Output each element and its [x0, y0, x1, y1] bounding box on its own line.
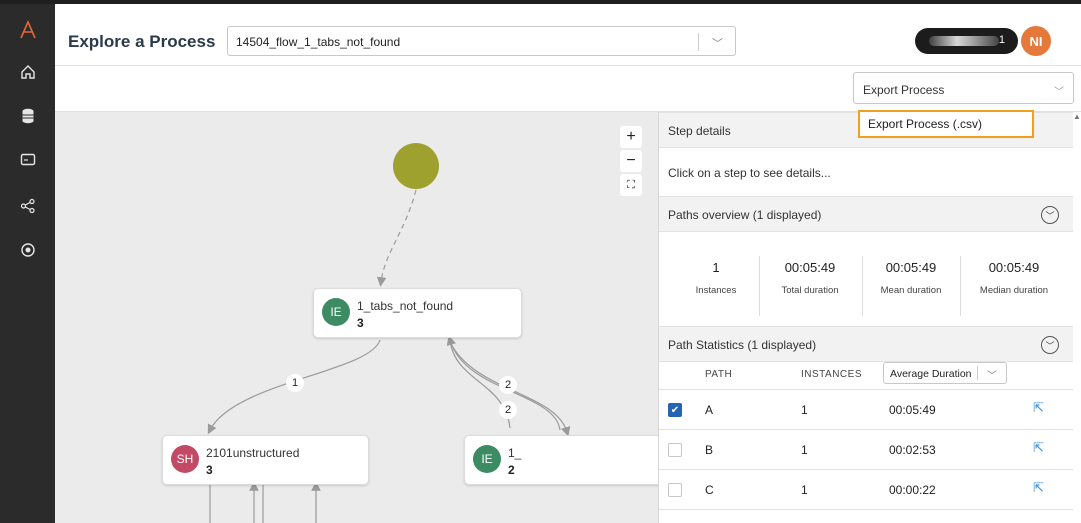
- duration-cell: 00:02:53: [889, 443, 936, 457]
- path-cell: B: [705, 443, 714, 457]
- path-cell: C: [705, 483, 714, 497]
- export-csv-menu-item[interactable]: Export Process (.csv): [868, 117, 982, 131]
- user-name-pill[interactable]: 1: [915, 28, 1018, 54]
- stat-divider: [960, 256, 961, 316]
- collapse-chevron-icon[interactable]: ﹀: [1041, 206, 1059, 224]
- table-row[interactable]: B 1 00:02:53 ⇱: [659, 430, 1073, 470]
- zoom-controls: + − ⛶: [620, 126, 642, 202]
- path-statistics-header[interactable]: Path Statistics (1 displayed) ﹀: [659, 326, 1073, 362]
- column-header-path[interactable]: PATH: [705, 369, 732, 380]
- instances-cell: 1: [801, 403, 808, 417]
- section-title: Path Statistics (1 displayed): [668, 338, 817, 352]
- step-label: 1_: [508, 446, 522, 460]
- open-external-icon[interactable]: ⇱: [1033, 440, 1044, 456]
- duration-cell: 00:00:22: [889, 483, 936, 497]
- scrollbar[interactable]: ▲: [1073, 112, 1081, 142]
- chevron-down-icon[interactable]: ﹀: [1054, 83, 1064, 98]
- stat-divider: [759, 256, 760, 316]
- process-graph-canvas[interactable]: + − ⛶ IE 1_tabs_not_found 3 SH 2101unstr…: [55, 112, 658, 523]
- stat-instances: 1 Instances: [681, 260, 751, 296]
- stat-label: Median duration: [979, 285, 1049, 296]
- step-count: 3: [206, 463, 213, 477]
- monitor-icon[interactable]: [16, 148, 40, 172]
- start-edge: [376, 189, 417, 287]
- process-select-value: 14504_flow_1_tabs_not_found: [236, 35, 401, 49]
- step-type-badge: SH: [171, 445, 199, 473]
- header: Explore a Process 14504_flow_1_tabs_not_…: [55, 4, 1081, 66]
- share-icon[interactable]: [16, 194, 40, 218]
- logo-icon[interactable]: [16, 18, 40, 42]
- path-table-header: PATH INSTANCES Average Duration ﹀: [659, 358, 1073, 390]
- section-title: Step details: [668, 124, 731, 138]
- select-divider: [698, 33, 699, 51]
- export-process-select[interactable]: Export Process ﹀: [853, 72, 1074, 104]
- edge-count-label: 2: [499, 376, 517, 394]
- section-title: Paths overview (1 displayed): [668, 208, 822, 222]
- row-checkbox[interactable]: [668, 443, 682, 457]
- step-label: 1_tabs_not_found: [357, 299, 454, 313]
- path-cell: A: [705, 403, 714, 417]
- chevron-down-icon[interactable]: ﹀: [987, 367, 997, 382]
- stat-median-duration: 00:05:49 Median duration: [965, 260, 1063, 296]
- paths-overview-header[interactable]: Paths overview (1 displayed) ﹀: [659, 196, 1073, 232]
- export-select-label: Export Process: [863, 83, 945, 97]
- user-digit: 1: [998, 34, 1005, 46]
- start-node[interactable]: [393, 143, 439, 189]
- database-icon[interactable]: [16, 104, 40, 128]
- step-node[interactable]: SH 2101unstructured 3: [162, 435, 369, 485]
- step-node[interactable]: IE 1_ 2: [464, 435, 658, 485]
- stat-value: 00:05:49: [885, 260, 937, 275]
- table-row[interactable]: ✔ A 1 00:05:49 ⇱: [659, 390, 1073, 430]
- step-type-badge: IE: [322, 298, 350, 326]
- instances-cell: 1: [801, 443, 808, 457]
- step-label: 2101unstructured: [206, 446, 300, 460]
- duration-metric-value: Average Duration: [890, 368, 972, 380]
- page-title: Explore a Process: [68, 32, 216, 51]
- select-divider: [977, 366, 978, 380]
- details-panel: Step details Click on a step to see deta…: [658, 112, 1073, 523]
- export-dropdown-menu: Export Process (.csv): [858, 110, 1034, 138]
- duration-cell: 00:05:49: [889, 403, 936, 417]
- redacted-username: [929, 36, 999, 46]
- step-count: 2: [508, 463, 515, 477]
- step-count: 3: [357, 316, 364, 330]
- fit-view-button[interactable]: ⛶: [620, 174, 642, 196]
- stat-value: 00:05:49: [784, 260, 836, 275]
- stat-total-duration: 00:05:49 Total duration: [765, 260, 855, 296]
- stat-label: Total duration: [781, 285, 839, 296]
- zoom-out-button[interactable]: −: [620, 150, 642, 172]
- target-icon[interactable]: [16, 238, 40, 262]
- toolbar: Export Process ﹀: [55, 66, 1081, 112]
- row-checkbox[interactable]: [668, 483, 682, 497]
- home-icon[interactable]: [16, 60, 40, 84]
- open-external-icon[interactable]: ⇱: [1033, 400, 1044, 416]
- paths-overview-stats: 1 Instances 00:05:49 Total duration 00:0…: [659, 254, 1073, 326]
- sidebar: [0, 4, 55, 523]
- zoom-in-button[interactable]: +: [620, 126, 642, 148]
- chevron-down-icon[interactable]: ﹀: [712, 35, 723, 51]
- edge-count-label: 2: [499, 401, 517, 419]
- row-checkbox[interactable]: ✔: [668, 403, 682, 417]
- process-select[interactable]: 14504_flow_1_tabs_not_found ﹀: [227, 26, 736, 56]
- collapse-chevron-icon[interactable]: ﹀: [1041, 336, 1059, 354]
- duration-metric-select[interactable]: Average Duration ﹀: [883, 362, 1007, 384]
- stat-label: Mean duration: [880, 285, 942, 296]
- instances-cell: 1: [801, 483, 808, 497]
- open-external-icon[interactable]: ⇱: [1033, 480, 1044, 496]
- stat-mean-duration: 00:05:49 Mean duration: [868, 260, 954, 296]
- edge-count-label: 1: [286, 374, 304, 392]
- step-details-hint: Click on a step to see details...: [668, 166, 831, 180]
- stat-label: Instances: [695, 285, 737, 296]
- stat-divider: [862, 256, 863, 316]
- avatar[interactable]: NI: [1021, 26, 1051, 56]
- step-type-badge: IE: [473, 445, 501, 473]
- stat-value: 00:05:49: [988, 260, 1040, 275]
- stat-value: 1: [712, 260, 720, 275]
- column-header-instances[interactable]: INSTANCES: [801, 369, 862, 380]
- table-row[interactable]: C 1 00:00:22 ⇱: [659, 470, 1073, 510]
- step-node[interactable]: IE 1_tabs_not_found 3: [313, 288, 522, 338]
